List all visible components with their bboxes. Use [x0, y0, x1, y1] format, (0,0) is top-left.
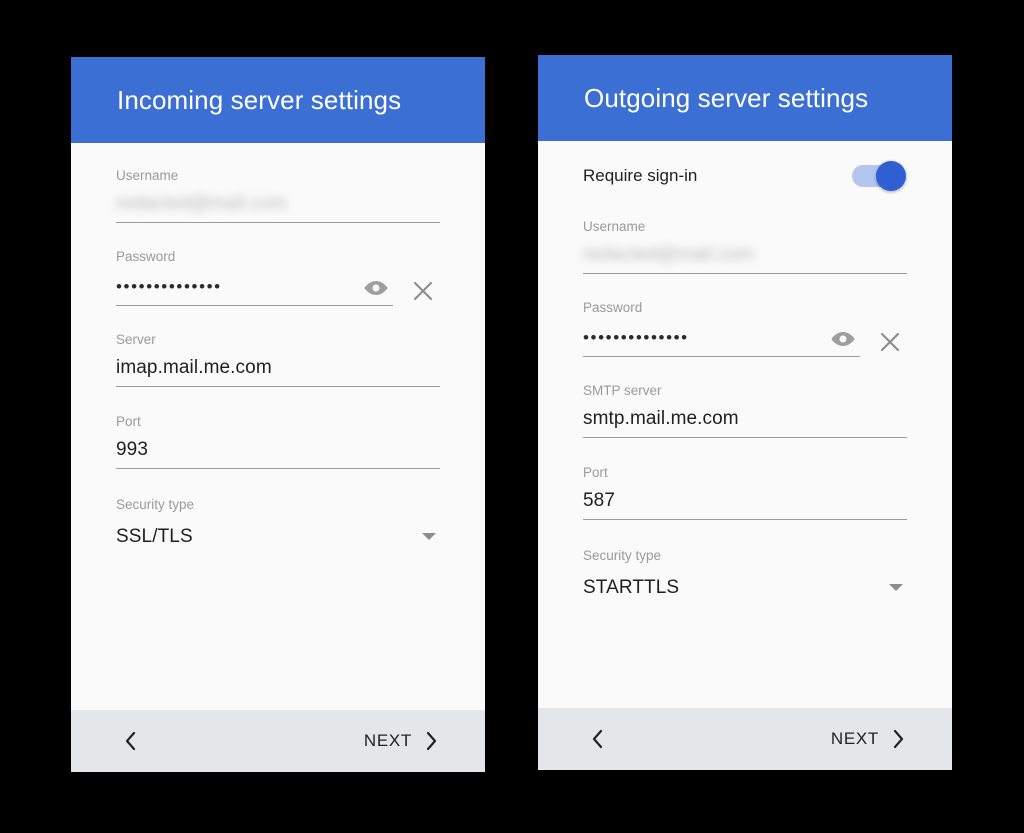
screenshot-stage: Incoming server settings Username redact…: [0, 0, 1024, 833]
incoming-server-line: imap.mail.me.com: [116, 357, 440, 387]
incoming-server-label: Server: [116, 332, 156, 347]
outgoing-security-type-label: Security type: [583, 548, 662, 563]
outgoing-port-line: 587: [583, 490, 907, 520]
outgoing-username-line: redacted@mail.com: [583, 244, 907, 274]
incoming-form-body: Username redacted@mail.com Password ••••…: [71, 143, 485, 710]
incoming-password-label: Password: [116, 249, 176, 264]
outgoing-form-body: Require sign-in Username redacted@mail.c…: [538, 141, 952, 708]
next-button-label: NEXT: [830, 729, 879, 748]
outgoing-port-label: Port: [583, 465, 608, 480]
incoming-username-value: redacted@mail.com: [116, 193, 287, 214]
outgoing-password-value: ••••••••••••••: [583, 328, 689, 347]
outgoing-appbar: Outgoing server settings: [538, 55, 952, 141]
incoming-server-input[interactable]: imap.mail.me.com: [116, 357, 440, 387]
outgoing-security-type-value: STARTTLS: [583, 577, 680, 598]
outgoing-smtp-server-value: smtp.mail.me.com: [583, 408, 739, 429]
incoming-security-type-line: SSL/TLS: [116, 522, 440, 552]
outgoing-port-field: Port 587: [583, 438, 907, 520]
outgoing-footer: NEXT: [538, 708, 952, 770]
next-button-label: NEXT: [363, 731, 412, 750]
outgoing-page-title: Outgoing server settings: [584, 82, 869, 113]
incoming-password-line: ••••••••••••••: [116, 274, 440, 306]
incoming-security-type-field: Security type SSL/TLS: [116, 469, 440, 552]
require-sign-in-toggle[interactable]: [852, 161, 906, 191]
incoming-port-label: Port: [116, 414, 141, 429]
chevron-down-icon[interactable]: [422, 532, 436, 540]
outgoing-smtp-server-field: SMTP server smtp.mail.me.com: [583, 357, 907, 438]
outgoing-username-value: redacted@mail.com: [583, 244, 754, 265]
incoming-port-line: 993: [116, 439, 440, 469]
clear-x-icon[interactable]: [873, 325, 907, 359]
toggle-thumb: [876, 161, 906, 191]
incoming-username-input[interactable]: redacted@mail.com: [116, 193, 440, 223]
outgoing-smtp-server-label: SMTP server: [583, 383, 662, 398]
incoming-security-type-label: Security type: [116, 497, 195, 512]
incoming-footer: NEXT: [71, 710, 485, 772]
outgoing-username-field: Username redacted@mail.com: [583, 211, 907, 274]
incoming-password-value: ••••••••••••••: [116, 277, 222, 296]
incoming-server-value: imap.mail.me.com: [116, 357, 272, 378]
outgoing-username-input[interactable]: redacted@mail.com: [583, 244, 907, 274]
outgoing-security-type-line: STARTTLS: [583, 573, 907, 603]
incoming-security-type-select[interactable]: SSL/TLS: [116, 522, 440, 552]
outgoing-smtp-server-input[interactable]: smtp.mail.me.com: [583, 408, 907, 438]
chevron-right-icon: [893, 729, 904, 749]
outgoing-security-type-select[interactable]: STARTTLS: [583, 573, 907, 603]
clear-x-icon[interactable]: [406, 274, 440, 308]
outgoing-username-label: Username: [583, 219, 646, 234]
incoming-port-value: 993: [116, 439, 149, 460]
incoming-server-settings-card: Incoming server settings Username redact…: [71, 57, 485, 772]
next-button[interactable]: NEXT: [831, 728, 907, 750]
outgoing-server-settings-card: Outgoing server settings Require sign-in…: [538, 55, 952, 770]
outgoing-smtp-server-line: smtp.mail.me.com: [583, 408, 907, 438]
incoming-username-line: redacted@mail.com: [116, 193, 440, 223]
back-button[interactable]: [117, 728, 143, 754]
incoming-password-field: Password ••••••••••••••: [116, 223, 440, 306]
incoming-port-field: Port 993: [116, 387, 440, 469]
incoming-security-type-value: SSL/TLS: [116, 526, 193, 547]
chevron-right-icon: [426, 731, 437, 751]
incoming-username-field: Username redacted@mail.com: [116, 143, 440, 223]
outgoing-port-input[interactable]: 587: [583, 490, 907, 520]
require-sign-in-label: Require sign-in: [583, 166, 698, 185]
next-button[interactable]: NEXT: [364, 730, 440, 752]
incoming-appbar: Incoming server settings: [71, 57, 485, 143]
outgoing-security-type-field: Security type STARTTLS: [583, 520, 907, 603]
incoming-port-input[interactable]: 993: [116, 439, 440, 469]
visibility-eye-icon[interactable]: [830, 331, 856, 347]
outgoing-password-input[interactable]: ••••••••••••••: [583, 327, 860, 357]
incoming-username-label: Username: [116, 168, 179, 183]
visibility-eye-icon[interactable]: [363, 280, 389, 296]
incoming-page-title: Incoming server settings: [117, 84, 402, 115]
back-button[interactable]: [584, 726, 610, 752]
incoming-password-input[interactable]: ••••••••••••••: [116, 276, 393, 306]
outgoing-password-label: Password: [583, 300, 643, 315]
require-sign-in-row[interactable]: Require sign-in: [583, 141, 907, 211]
outgoing-password-line: ••••••••••••••: [583, 325, 907, 357]
chevron-down-icon[interactable]: [889, 583, 903, 591]
outgoing-password-field: Password ••••••••••••••: [583, 274, 907, 357]
outgoing-port-value: 587: [583, 490, 616, 511]
incoming-server-field: Server imap.mail.me.com: [116, 306, 440, 387]
